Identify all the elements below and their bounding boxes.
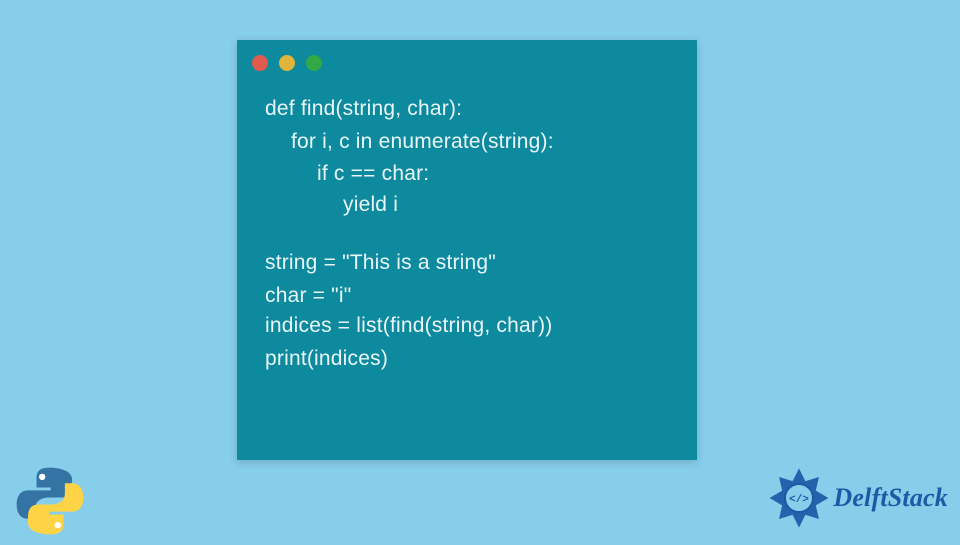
close-icon [252,55,268,71]
minimize-icon [279,55,295,71]
code-line: char = "i" [265,280,675,313]
code-line: for i, c in enumerate(string): [265,126,675,159]
python-logo-icon [11,462,89,540]
code-line: def find(string, char): [265,93,675,126]
blank-line [265,221,675,247]
code-line: string = "This is a string" [265,247,675,280]
code-panel: def find(string, char): for i, c in enum… [237,40,697,460]
code-block: def find(string, char): for i, c in enum… [237,75,697,395]
maximize-icon [306,55,322,71]
delftstack-label: DelftStack [833,483,948,513]
delftstack-star-icon: </> [769,468,829,528]
code-line: indices = list(find(string, char)) [265,310,675,343]
delftstack-logo: </> DelftStack [769,468,948,528]
svg-text:</>: </> [789,494,809,506]
window-controls [237,40,697,75]
code-line: if c == char: [265,158,675,191]
code-line: yield i [265,189,675,222]
code-line: print(indices) [265,343,675,376]
